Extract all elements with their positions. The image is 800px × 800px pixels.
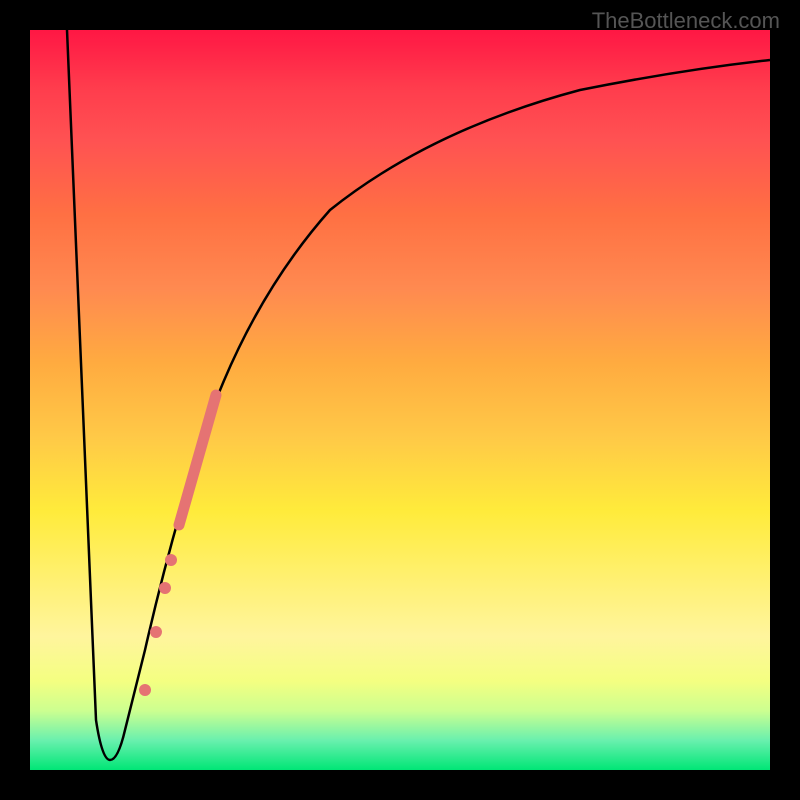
watermark-text: TheBottleneck.com bbox=[592, 8, 780, 34]
marker-cluster bbox=[179, 395, 216, 525]
marker-dot bbox=[159, 582, 171, 594]
bottleneck-curve bbox=[67, 30, 770, 760]
marker-dot bbox=[150, 626, 162, 638]
chart-svg bbox=[30, 30, 770, 770]
marker-dot bbox=[139, 684, 151, 696]
marker-dot bbox=[165, 554, 177, 566]
chart-container bbox=[30, 30, 770, 770]
